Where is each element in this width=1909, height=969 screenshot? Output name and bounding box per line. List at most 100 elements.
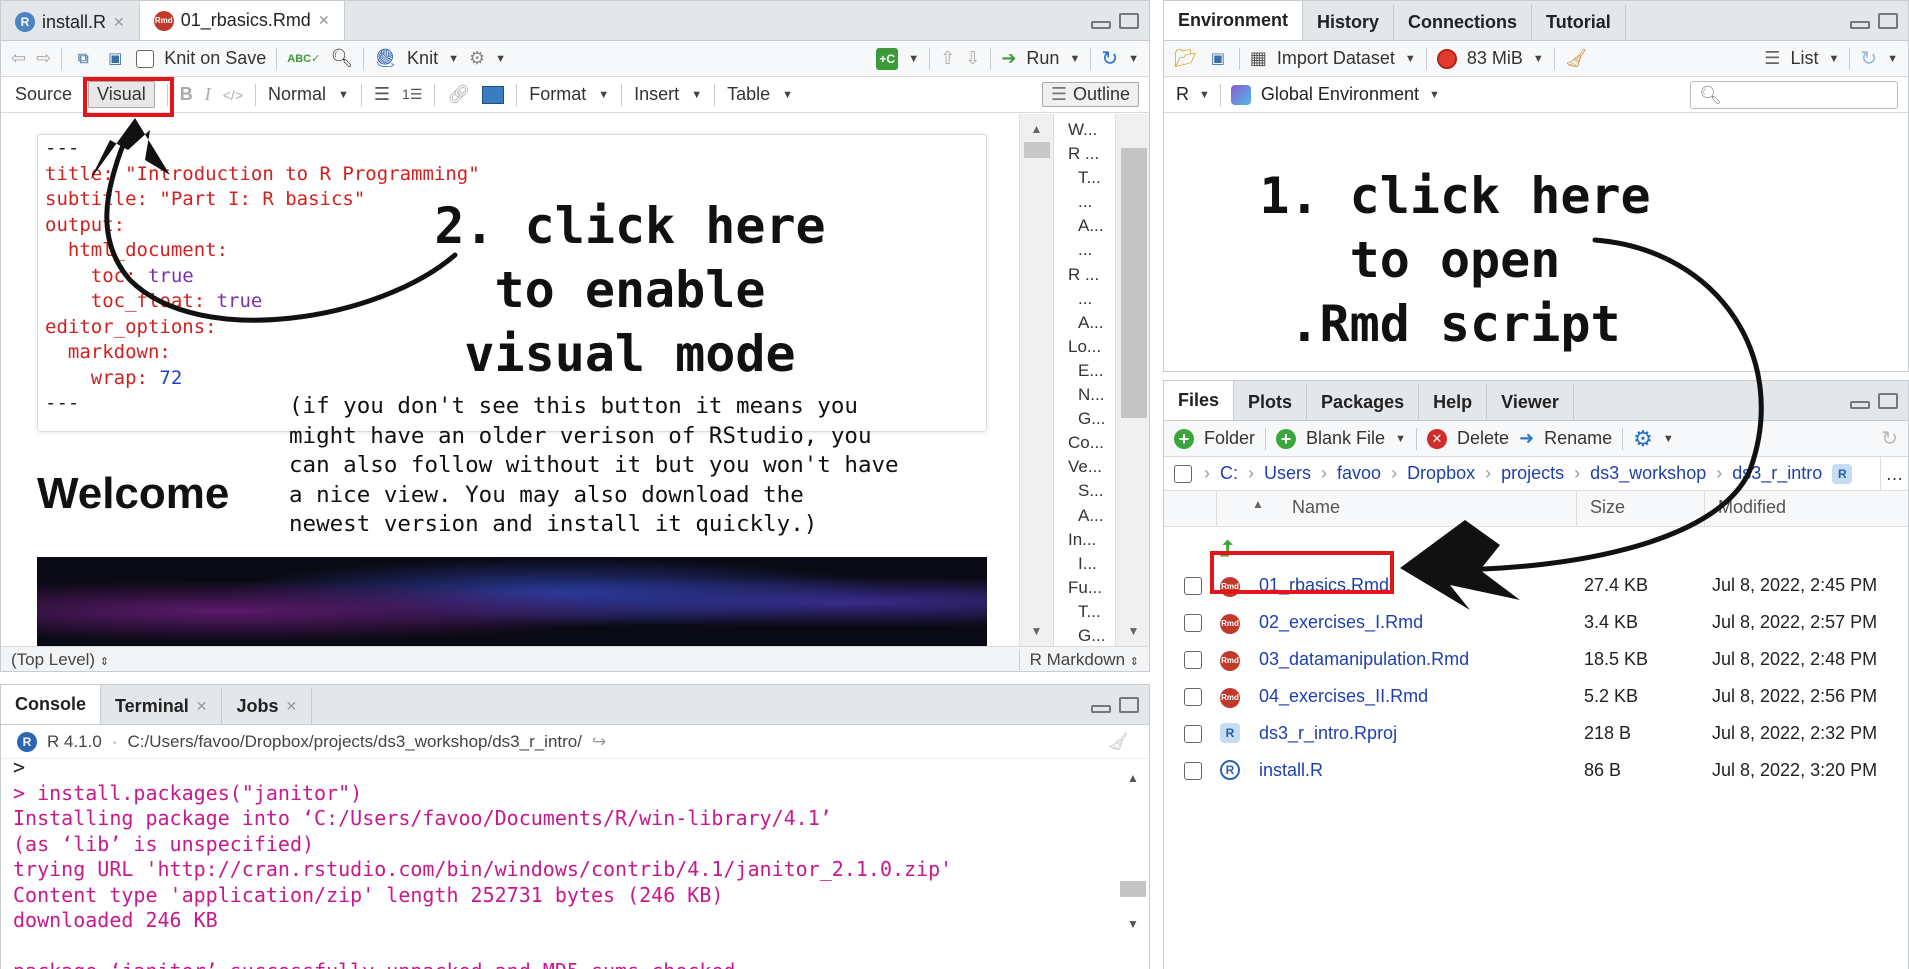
scroll-down-icon[interactable]: ▼	[1116, 624, 1149, 638]
maximize-icon[interactable]	[1878, 393, 1898, 409]
file-checkbox[interactable]	[1184, 687, 1202, 706]
style-select[interactable]: Normal	[268, 84, 326, 105]
file-name-link[interactable]: ds3_r_intro.Rproj	[1259, 723, 1397, 744]
chevron-down-icon[interactable]: ▼	[1199, 89, 1210, 101]
outline-item[interactable]: A...	[1068, 214, 1115, 238]
scroll-up-icon[interactable]: ▲	[1020, 122, 1053, 136]
file-name-link[interactable]: 02_exercises_I.Rmd	[1259, 612, 1423, 633]
tab-jobs[interactable]: Jobs ✕	[222, 688, 313, 724]
close-icon[interactable]: ✕	[196, 698, 208, 715]
run-icon[interactable]: ➔	[1001, 48, 1016, 69]
tab-files[interactable]: Files	[1164, 381, 1235, 420]
knit-on-save-checkbox[interactable]	[136, 49, 155, 68]
doc-type-select[interactable]: R Markdown ⇕	[1018, 650, 1139, 670]
code-icon[interactable]: </>	[223, 87, 243, 103]
outline-item[interactable]: A...	[1068, 504, 1115, 528]
outline-button[interactable]: ☰ Outline	[1041, 82, 1139, 107]
down-arrow-icon[interactable]: ⇩	[965, 48, 980, 69]
breadcrumb-item[interactable]: projects	[1501, 463, 1564, 484]
outline-scrollbar[interactable]: ▼	[1115, 114, 1149, 646]
chevron-down-icon[interactable]: ▼	[782, 89, 793, 101]
close-icon[interactable]: ✕	[318, 12, 330, 29]
outline-item[interactable]: T...	[1068, 166, 1115, 190]
file-row[interactable]: Rinstall.R 86 B Jul 8, 2022, 3:20 PM	[1164, 752, 1908, 789]
save-icon[interactable]: ▣	[1207, 48, 1229, 70]
file-name-link[interactable]: 04_exercises_II.Rmd	[1259, 686, 1428, 707]
outline-item[interactable]: N...	[1068, 383, 1115, 407]
outline-item[interactable]: Lo...	[1068, 335, 1115, 359]
language-select[interactable]: R	[1176, 84, 1189, 105]
breadcrumb-item[interactable]: Users	[1264, 463, 1311, 484]
chevron-down-icon[interactable]: ▼	[1069, 53, 1080, 65]
chevron-down-icon[interactable]: ▼	[598, 89, 609, 101]
spellcheck-icon[interactable]: ABC✓	[287, 52, 320, 65]
scroll-down-icon[interactable]: ▼	[1115, 917, 1149, 931]
italic-icon[interactable]: I	[205, 84, 211, 105]
more-icon[interactable]: …	[1880, 457, 1908, 490]
scope-indicator[interactable]: (Top Level) ⇕	[11, 650, 109, 670]
maximize-icon[interactable]	[1119, 13, 1139, 29]
outline-item[interactable]: In...	[1068, 528, 1115, 552]
chevron-down-icon[interactable]: ▼	[1395, 433, 1406, 445]
tab-connections[interactable]: Connections	[1394, 4, 1533, 40]
tab-environment[interactable]: Environment	[1164, 1, 1304, 40]
tab-history[interactable]: History	[1303, 4, 1395, 40]
close-icon[interactable]: ✕	[113, 14, 125, 31]
scroll-thumb[interactable]	[1121, 148, 1147, 418]
scroll-up-icon[interactable]: ▲	[1115, 771, 1149, 785]
project-icon[interactable]: R	[1832, 463, 1853, 484]
outline-item[interactable]: R ...	[1068, 263, 1115, 287]
outline-item[interactable]: G...	[1068, 624, 1115, 646]
go-to-directory-icon[interactable]: ↪	[592, 732, 606, 752]
file-row[interactable]: Rmd 04_exercises_II.Rmd 5.2 KB Jul 8, 2022,…	[1164, 678, 1908, 715]
forward-arrow-icon[interactable]: ⇨	[36, 48, 51, 69]
outline-item[interactable]: S...	[1068, 479, 1115, 503]
file-checkbox[interactable]	[1184, 576, 1202, 595]
file-name-link[interactable]: 03_datamanipulation.Rmd	[1259, 649, 1469, 670]
editor-scrollbar[interactable]: ▲ ▼	[1019, 114, 1053, 646]
chevron-down-icon[interactable]: ▼	[1887, 53, 1898, 65]
console-scrollbar[interactable]: ▲ ▼	[1115, 759, 1149, 969]
rename-button[interactable]: Rename	[1544, 428, 1612, 449]
chevron-down-icon[interactable]: ▼	[495, 53, 506, 65]
breadcrumb-item[interactable]: ds3_r_intro	[1732, 463, 1822, 484]
outline-item[interactable]: I...	[1068, 552, 1115, 576]
file-row[interactable]: Rmd 02_exercises_I.Rmd 3.4 KB Jul 8, 2022, …	[1164, 604, 1908, 641]
outline-item[interactable]: R ...	[1068, 142, 1115, 166]
file-row[interactable]: Rds3_r_intro.Rproj 218 B Jul 8, 2022, 2:32…	[1164, 715, 1908, 752]
chevron-down-icon[interactable]: ▼	[1405, 53, 1416, 65]
breadcrumb-item[interactable]: Dropbox	[1407, 463, 1475, 484]
back-arrow-icon[interactable]: ⇦	[11, 48, 26, 69]
bold-icon[interactable]: B	[180, 84, 193, 105]
working-directory[interactable]: C:/Users/favoo/Dropbox/projects/ds3_work…	[127, 732, 582, 752]
delete-button[interactable]: Delete	[1457, 428, 1509, 449]
link-icon[interactable]: 🔗︎	[447, 84, 470, 105]
column-header-size[interactable]: Size	[1590, 497, 1625, 518]
chevron-down-icon[interactable]: ▼	[691, 89, 702, 101]
up-arrow-icon[interactable]: ⇧	[940, 48, 955, 69]
outline-item[interactable]: W...	[1068, 118, 1115, 142]
show-in-window-icon[interactable]: ⧉	[72, 48, 94, 70]
env-search-input[interactable]: 🔍︎	[1690, 81, 1898, 109]
console-output[interactable]: > > install.packages("janitor") Installing…	[13, 755, 952, 969]
save-icon[interactable]: ▣	[104, 48, 126, 70]
minimize-icon[interactable]	[1091, 21, 1111, 29]
breadcrumb-item[interactable]: favoo	[1337, 463, 1381, 484]
file-checkbox[interactable]	[1184, 613, 1202, 632]
tab-packages[interactable]: Packages	[1307, 384, 1420, 420]
breadcrumb-item[interactable]: C:	[1220, 463, 1238, 484]
sort-asc-icon[interactable]: ▲	[1252, 497, 1264, 511]
file-checkbox[interactable]	[1184, 650, 1202, 669]
chevron-down-icon[interactable]: ▼	[1663, 433, 1674, 445]
file-checkbox[interactable]	[1184, 761, 1202, 780]
new-folder-button[interactable]: Folder	[1204, 428, 1255, 449]
source-mode-button[interactable]: Source	[11, 82, 76, 107]
open-folder-icon[interactable]: 📂︎	[1174, 48, 1197, 69]
outline-item[interactable]: Ve...	[1068, 455, 1115, 479]
minimize-icon[interactable]	[1850, 21, 1870, 29]
environment-select[interactable]: Global Environment	[1261, 84, 1419, 105]
file-checkbox[interactable]	[1184, 724, 1202, 743]
outline-item[interactable]: G...	[1068, 407, 1115, 431]
refresh-icon[interactable]: ↻	[1860, 46, 1877, 71]
scroll-thumb[interactable]	[1023, 142, 1050, 158]
